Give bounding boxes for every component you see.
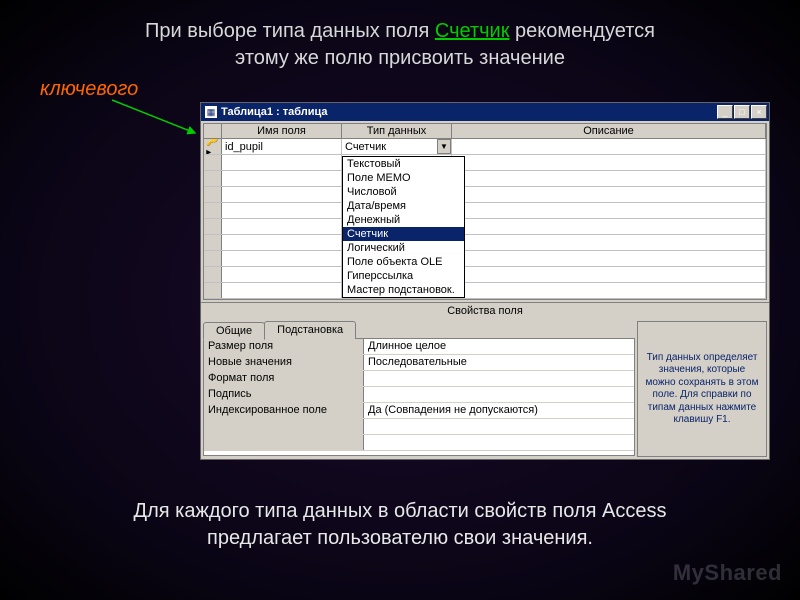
- field-row-empty[interactable]: [204, 155, 766, 171]
- field-row-empty[interactable]: [204, 235, 766, 251]
- highlight-word: Счетчик: [435, 20, 510, 42]
- watermark: MyShared: [673, 560, 782, 586]
- property-value[interactable]: Последовательные: [364, 355, 634, 370]
- access-table-design-window: ▦ Таблица1 : таблица _ □ × Имя поля Тип …: [200, 102, 770, 460]
- primary-key-icon: 🔑▸: [206, 139, 218, 154]
- dropdown-item[interactable]: Денежный: [343, 213, 464, 227]
- dropdown-item[interactable]: Текстовый: [343, 157, 464, 171]
- field-name-cell[interactable]: id_pupil: [222, 139, 342, 154]
- property-row[interactable]: Новые значения Последовательные: [204, 355, 634, 371]
- bottom-line1: Для каждого типа данных в области свойст…: [134, 500, 667, 522]
- dropdown-item[interactable]: Дата/время: [343, 199, 464, 213]
- field-type-value: Счетчик: [345, 141, 386, 153]
- field-row-empty[interactable]: [204, 219, 766, 235]
- field-row-empty[interactable]: [204, 203, 766, 219]
- property-row-empty[interactable]: [204, 435, 634, 451]
- tab-lookup[interactable]: Подстановка: [264, 321, 356, 339]
- tab-general[interactable]: Общие: [203, 322, 265, 340]
- field-row-empty[interactable]: [204, 187, 766, 203]
- property-row-empty[interactable]: [204, 419, 634, 435]
- property-value[interactable]: [364, 387, 634, 402]
- dropdown-item[interactable]: Поле объекта OLE: [343, 255, 464, 269]
- property-label: Индексированное поле: [204, 403, 364, 418]
- dropdown-item[interactable]: Числовой: [343, 185, 464, 199]
- field-row-empty[interactable]: [204, 267, 766, 283]
- property-value[interactable]: Длинное целое: [364, 339, 634, 354]
- field-row-empty[interactable]: [204, 283, 766, 299]
- property-label: Размер поля: [204, 339, 364, 354]
- dropdown-item[interactable]: Мастер подстановок.: [343, 283, 464, 297]
- dropdown-item[interactable]: Гиперссылка: [343, 269, 464, 283]
- row-selector[interactable]: 🔑▸: [204, 139, 222, 154]
- bottom-line2: предлагает пользователю свои значения.: [207, 527, 593, 549]
- type-dropdown-list[interactable]: Текстовый Поле МЕМО Числовой Дата/время …: [342, 156, 465, 298]
- slide-bottom-text: Для каждого типа данных в области свойст…: [0, 498, 800, 552]
- dropdown-item-selected[interactable]: Счетчик: [343, 227, 464, 241]
- property-row[interactable]: Размер поля Длинное целое: [204, 339, 634, 355]
- field-type-cell[interactable]: Счетчик ▼: [342, 139, 452, 154]
- slide-intro-text: При выборе типа данных поля Счетчик реко…: [0, 0, 800, 72]
- window-titlebar[interactable]: ▦ Таблица1 : таблица _ □ ×: [201, 103, 769, 121]
- dropdown-item[interactable]: Поле МЕМО: [343, 171, 464, 185]
- field-design-grid: Имя поля Тип данных Описание 🔑▸ id_pupil…: [203, 123, 767, 300]
- close-button[interactable]: ×: [751, 105, 767, 119]
- field-properties-area: Общие Подстановка Размер поля Длинное це…: [201, 319, 769, 459]
- type-dropdown-button[interactable]: ▼: [437, 139, 451, 154]
- property-value[interactable]: Да (Совпадения не допускаются): [364, 403, 634, 418]
- table-icon: ▦: [205, 106, 217, 118]
- col-header-desc[interactable]: Описание: [452, 124, 766, 138]
- field-desc-cell[interactable]: [452, 139, 766, 154]
- property-label: Новые значения: [204, 355, 364, 370]
- arrow-icon: [110, 98, 200, 138]
- key-label: ключевого: [40, 78, 138, 101]
- property-row[interactable]: Подпись: [204, 387, 634, 403]
- help-text-panel: Тип данных определяет значения, которые …: [637, 321, 767, 457]
- property-label: Подпись: [204, 387, 364, 402]
- property-row[interactable]: Индексированное поле Да (Совпадения не д…: [204, 403, 634, 419]
- minimize-button[interactable]: _: [717, 105, 733, 119]
- intro-line2: этому же полю присвоить значение: [235, 47, 565, 69]
- row-selector-header: [204, 124, 222, 138]
- grid-header: Имя поля Тип данных Описание: [204, 124, 766, 139]
- property-label: Формат поля: [204, 371, 364, 386]
- maximize-button[interactable]: □: [734, 105, 750, 119]
- dropdown-item[interactable]: Логический: [343, 241, 464, 255]
- intro-suffix: рекомендуется: [509, 20, 655, 42]
- property-value[interactable]: [364, 371, 634, 386]
- window-title: Таблица1 : таблица: [221, 106, 717, 118]
- intro-prefix: При выборе типа данных поля: [145, 20, 435, 42]
- field-row-empty[interactable]: [204, 251, 766, 267]
- properties-grid: Размер поля Длинное целое Новые значения…: [203, 338, 635, 456]
- col-header-type[interactable]: Тип данных: [342, 124, 452, 138]
- properties-tabs: Общие Подстановка: [203, 321, 635, 339]
- col-header-name[interactable]: Имя поля: [222, 124, 342, 138]
- field-row-empty[interactable]: [204, 171, 766, 187]
- properties-header: Свойства поля: [201, 302, 769, 319]
- field-row[interactable]: 🔑▸ id_pupil Счетчик ▼: [204, 139, 766, 155]
- property-row[interactable]: Формат поля: [204, 371, 634, 387]
